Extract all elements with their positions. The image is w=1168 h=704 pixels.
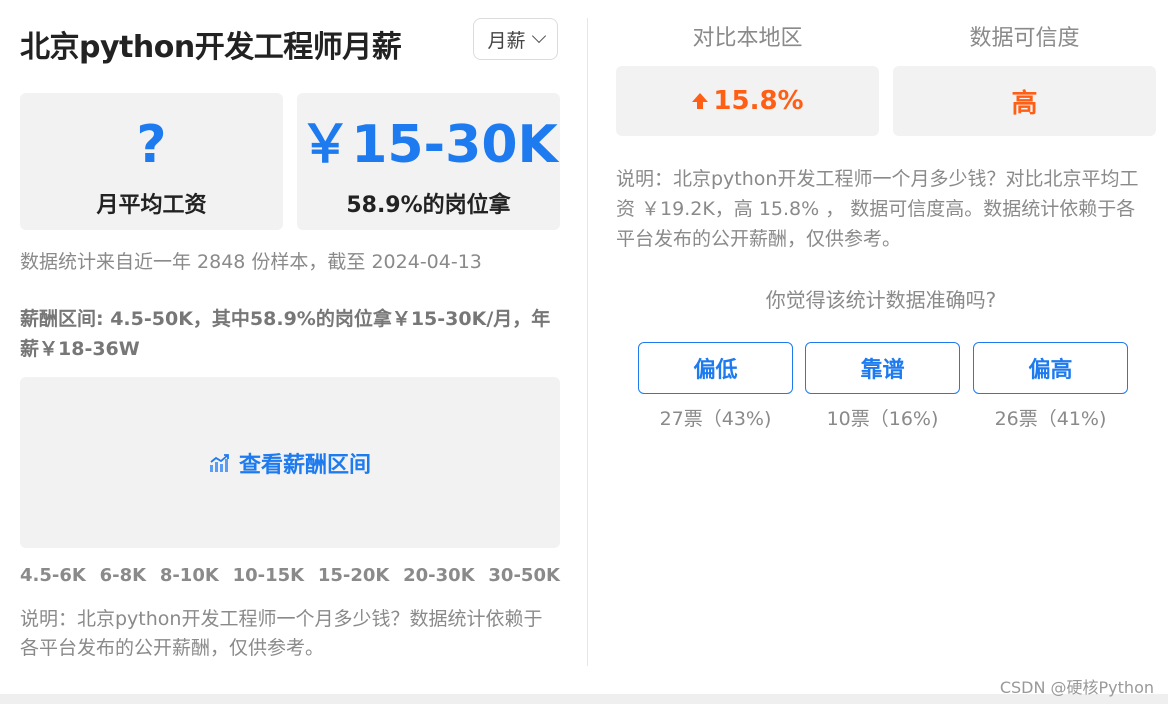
bin-label: 4.5-6K — [20, 565, 86, 586]
footer-bar — [0, 694, 1168, 704]
page-title: 北京python开发工程师月薪 — [20, 30, 402, 65]
vote-low-count: 27票（43%) — [659, 408, 772, 430]
confidence-value-box: 高 — [893, 66, 1156, 136]
arrow-up-icon — [692, 93, 709, 109]
disclaimer-note: 说明：北京python开发工程师一个月多少钱？数据统计依赖于各平台发布的公开薪酬… — [20, 608, 543, 659]
avg-salary-card: ? 月平均工资 — [20, 93, 283, 230]
salary-chart-placeholder[interactable]: 查看薪酬区间 — [20, 377, 560, 548]
poll-question: 你觉得该统计数据准确吗? — [765, 288, 997, 312]
bin-label: 8-10K — [159, 565, 219, 586]
common-range-label: 58.9%的岗位拿 — [346, 193, 511, 218]
view-range-label: 查看薪酬区间 — [238, 452, 371, 478]
confidence-label: 数据可信度 — [969, 26, 1080, 51]
period-select[interactable]: 月薪 — [473, 18, 558, 60]
bin-label: 15-20K — [317, 565, 390, 586]
avg-salary-label: 月平均工资 — [96, 193, 207, 218]
period-select-value: 月薪 — [487, 29, 526, 52]
comparison-note: 说明：北京python开发工程师一个月多少钱？对比北京平均工资 ￥19.2K，高… — [616, 168, 1139, 250]
bin-label: 20-30K — [403, 565, 475, 586]
vote-high-button[interactable]: 偏高 — [973, 342, 1128, 394]
bin-label: 30-50K — [488, 565, 560, 586]
vote-accurate-count: 10票（16%) — [826, 408, 939, 430]
view-range-button[interactable]: 查看薪酬区间 — [209, 447, 371, 479]
divider — [587, 18, 588, 666]
salary-range-text: 薪酬区间: 4.5-50K，其中58.9%的岗位拿￥15-30K/月，年薪￥18… — [20, 308, 551, 360]
salary-bins: 4.5-6K 6-8K 8-10K 10-15K 15-20K 20-30K 3… — [20, 565, 560, 586]
common-range-value: ￥15-30K — [299, 115, 558, 175]
sample-note: 数据统计来自近一年 2848 份样本，截至 2024-04-13 — [20, 251, 482, 273]
common-range-card: ￥15-30K 58.9%的岗位拿 — [297, 93, 560, 230]
avg-salary-value: ? — [136, 115, 167, 175]
confidence-value: 高 — [1011, 88, 1038, 119]
vote-high-count: 26票（41%) — [994, 408, 1107, 430]
chart-icon — [209, 453, 229, 472]
region-compare-value-box: 15.8% — [616, 66, 879, 136]
bin-label: 6-8K — [99, 565, 147, 586]
region-compare-label: 对比本地区 — [692, 26, 803, 51]
watermark: CSDN @硬核Python — [999, 678, 1154, 697]
region-compare-value: 15.8% — [713, 86, 804, 116]
chevron-down-icon — [531, 28, 546, 44]
bin-label: 10-15K — [232, 565, 305, 586]
vote-accurate-button[interactable]: 靠谱 — [805, 342, 960, 394]
vote-low-button[interactable]: 偏低 — [638, 342, 793, 394]
